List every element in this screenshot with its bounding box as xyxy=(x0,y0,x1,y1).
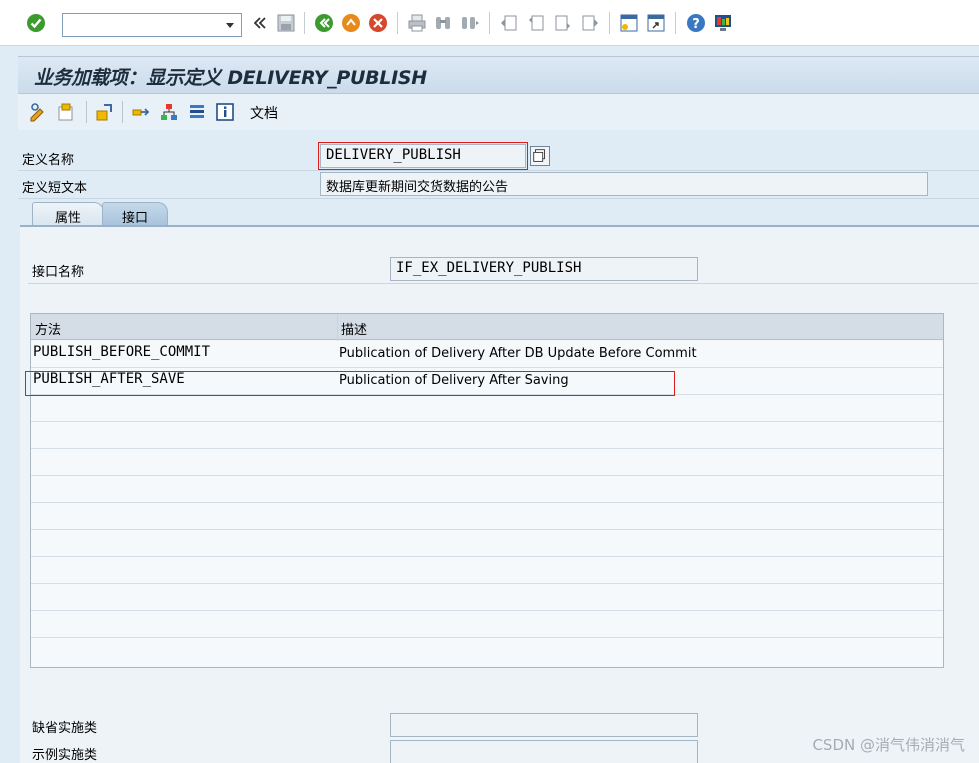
main-content: 定义名称 DELIVERY_PUBLISH 定义短文本 数据库更新期间交货数据的… xyxy=(18,132,979,763)
check-icon[interactable] xyxy=(26,13,46,33)
interface-panel: 接口名称 IF_EX_DELIVERY_PUBLISH 方法 描述 PUBLIS… xyxy=(20,225,979,763)
command-field[interactable] xyxy=(62,13,242,37)
empty-row[interactable] xyxy=(31,638,943,667)
layout-icon[interactable] xyxy=(713,13,733,33)
other-object-icon[interactable] xyxy=(56,102,76,122)
command-input[interactable] xyxy=(63,14,218,36)
methods-table: 方法 描述 PUBLISH_BEFORE_COMMIT Publication … xyxy=(30,313,944,668)
table-header: 方法 描述 xyxy=(31,314,943,340)
help-icon[interactable]: ? xyxy=(686,13,706,33)
tab-interface[interactable]: 接口 xyxy=(102,202,168,226)
def-short-label: 定义短文本 xyxy=(22,181,88,196)
prev-page-icon[interactable] xyxy=(526,13,546,33)
interface-name-label: 接口名称 xyxy=(32,265,85,280)
example-impl-field[interactable] xyxy=(390,740,698,763)
next-page-icon[interactable] xyxy=(553,13,573,33)
documentation-button[interactable]: 文档 xyxy=(250,103,278,123)
page-title: 业务加载项：显示定义 DELIVERY_PUBLISH xyxy=(34,67,427,89)
last-page-icon[interactable] xyxy=(580,13,600,33)
method-cell[interactable]: PUBLISH_BEFORE_COMMIT xyxy=(33,344,210,360)
table-row[interactable]: PUBLISH_BEFORE_COMMIT Publication of Del… xyxy=(31,341,943,368)
copy-icon[interactable] xyxy=(530,146,550,166)
object-list-icon[interactable] xyxy=(187,102,207,122)
empty-row[interactable] xyxy=(31,503,943,530)
application-toolbar: 文档 xyxy=(18,94,979,130)
title-bar: 业务加载项：显示定义 DELIVERY_PUBLISH xyxy=(18,56,979,94)
find-next-icon[interactable] xyxy=(460,13,480,33)
exit-icon[interactable] xyxy=(341,13,361,33)
tab-attributes[interactable]: 属性 xyxy=(32,202,104,226)
def-short-field[interactable]: 数据库更新期间交货数据的公告 xyxy=(320,172,928,196)
empty-row[interactable] xyxy=(31,557,943,584)
empty-row[interactable] xyxy=(31,449,943,476)
find-icon[interactable] xyxy=(433,13,453,33)
shortcut-icon[interactable] xyxy=(646,13,666,33)
first-page-icon[interactable] xyxy=(499,13,519,33)
def-name-highlight xyxy=(318,142,528,170)
column-header-description[interactable]: 描述 xyxy=(341,319,367,338)
system-toolbar: ? xyxy=(0,0,979,46)
where-used-icon[interactable] xyxy=(131,102,151,122)
empty-row[interactable] xyxy=(31,584,943,611)
empty-row[interactable] xyxy=(31,395,943,422)
default-impl-field[interactable] xyxy=(390,713,698,737)
default-impl-label: 缺省实施类 xyxy=(32,721,98,736)
back-icon[interactable] xyxy=(314,13,334,33)
back-double-icon[interactable] xyxy=(250,13,270,33)
example-impl-label: 示例实施类 xyxy=(32,748,98,763)
display-change-icon[interactable] xyxy=(28,102,48,122)
activate-icon[interactable] xyxy=(94,102,114,122)
info-icon[interactable] xyxy=(215,102,235,122)
cancel-icon[interactable] xyxy=(368,13,388,33)
chevron-down-icon[interactable] xyxy=(219,14,241,36)
svg-text:?: ? xyxy=(692,17,700,32)
description-cell: Publication of Delivery After DB Update … xyxy=(339,346,697,361)
def-name-label: 定义名称 xyxy=(22,153,75,168)
new-session-icon[interactable] xyxy=(619,13,639,33)
save-icon[interactable] xyxy=(276,13,296,33)
watermark: CSDN @消气伟消消气 xyxy=(812,736,965,754)
empty-row[interactable] xyxy=(31,476,943,503)
empty-row[interactable] xyxy=(31,611,943,638)
interface-name-field[interactable]: IF_EX_DELIVERY_PUBLISH xyxy=(390,257,698,281)
empty-row[interactable] xyxy=(31,422,943,449)
print-icon[interactable] xyxy=(407,13,427,33)
column-header-method[interactable]: 方法 xyxy=(35,319,61,338)
empty-row[interactable] xyxy=(31,530,943,557)
hierarchy-icon[interactable] xyxy=(159,102,179,122)
row-highlight xyxy=(25,371,675,396)
